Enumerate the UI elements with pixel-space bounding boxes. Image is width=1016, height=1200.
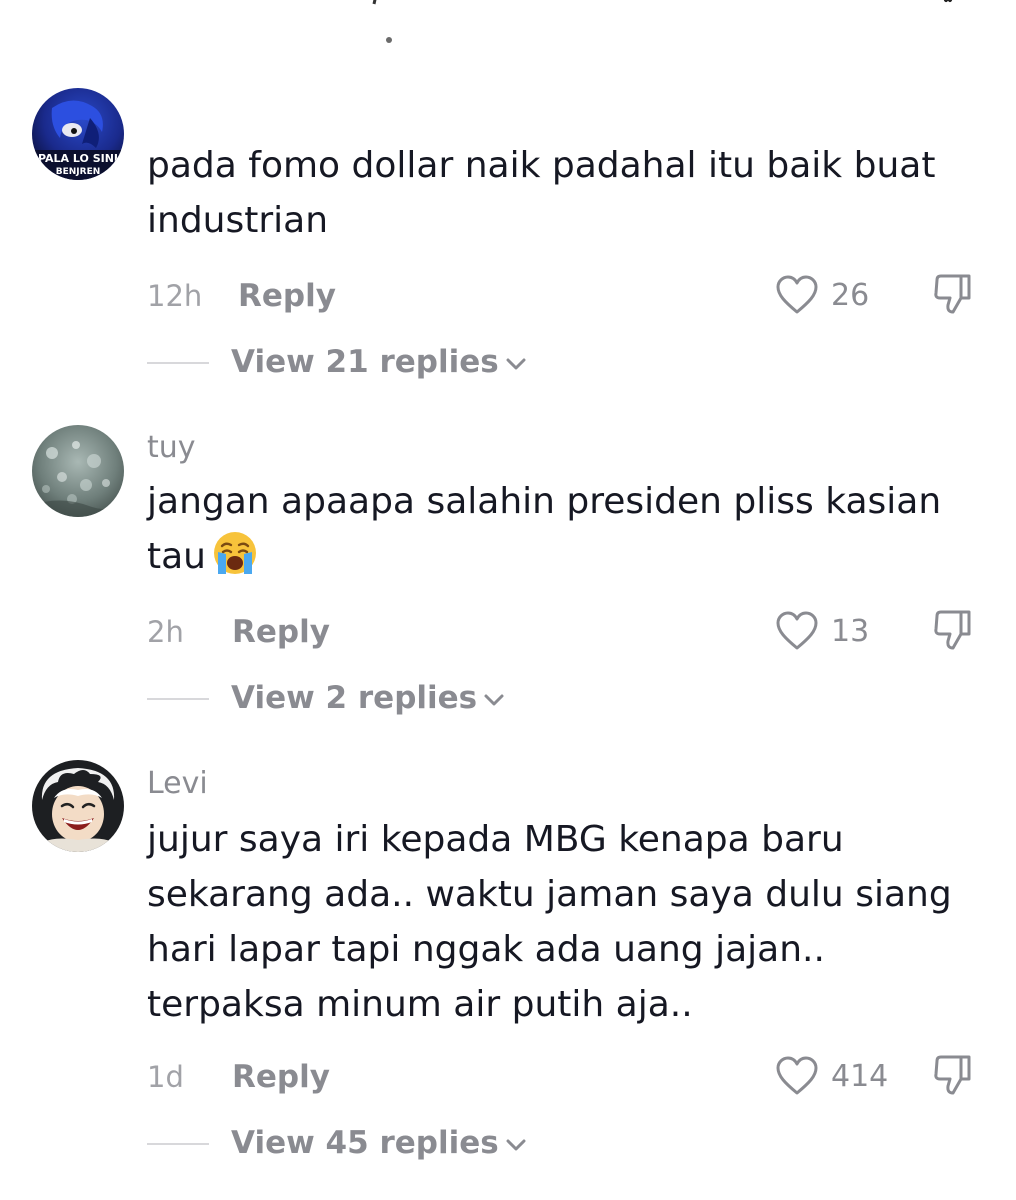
svg-text:PALA LO SINI: PALA LO SINI bbox=[38, 152, 118, 165]
comment-text-line: terpaksa minum air putih aja.. bbox=[147, 984, 693, 1025]
like-count: 414 bbox=[831, 1059, 889, 1094]
comment-text-line: hari lapar tapi nggak ada uang jajan.. bbox=[147, 929, 825, 970]
chevron-down-icon bbox=[506, 358, 526, 369]
chevron-down-icon bbox=[506, 1139, 526, 1150]
comment-text-line: jujur saya iri kepada MBG kenapa baru bbox=[147, 819, 844, 860]
sonic-avatar-icon: PALA LO SINI BENJREN bbox=[32, 88, 124, 180]
reply-button[interactable]: Reply bbox=[232, 1057, 330, 1097]
dislike-icon[interactable] bbox=[931, 608, 975, 652]
previous-content-strip bbox=[0, 0, 1016, 60]
anime-character-avatar-icon bbox=[32, 760, 124, 852]
cutoff-glyph-icon bbox=[372, 0, 377, 5]
view-replies-label: View 45 replies bbox=[231, 1125, 499, 1161]
view-replies-button[interactable]: View 45 replies bbox=[231, 1123, 527, 1163]
comment-actions: 12h Reply 26 bbox=[147, 274, 987, 316]
view-replies-row: View 21 replies bbox=[147, 342, 647, 382]
close-icon[interactable] bbox=[928, 0, 968, 6]
dislike-icon[interactable] bbox=[931, 272, 975, 316]
comment-actions: 2h Reply 13 bbox=[147, 610, 987, 652]
comment-actions: 1d Reply 414 bbox=[147, 1055, 987, 1097]
comment-timestamp: 2h bbox=[147, 615, 184, 649]
comment-text-line: tau bbox=[147, 529, 967, 584]
chevron-down-icon bbox=[484, 694, 504, 705]
view-replies-row: View 45 replies bbox=[147, 1123, 647, 1163]
username[interactable]: Levi bbox=[147, 766, 208, 802]
reply-button[interactable]: Reply bbox=[232, 612, 330, 652]
svg-text:BENJREN: BENJREN bbox=[56, 167, 101, 177]
comment-text-line: pada fomo dollar naik padahal itu baik b… bbox=[147, 145, 936, 186]
comment-text-line: industrian bbox=[147, 200, 329, 241]
view-replies-button[interactable]: View 21 replies bbox=[231, 342, 527, 382]
view-replies-label: View 21 replies bbox=[231, 344, 499, 380]
heart-icon[interactable] bbox=[775, 610, 819, 652]
comment-text: pada fomo dollar naik padahal itu baik b… bbox=[147, 138, 967, 248]
user-avatar[interactable]: PALA LO SINI BENJREN bbox=[32, 88, 124, 180]
comment-text: jangan apaapa salahin presiden pliss kas… bbox=[147, 474, 967, 584]
view-replies-label: View 2 replies bbox=[231, 680, 478, 716]
heart-icon[interactable] bbox=[775, 274, 819, 316]
comment-timestamp: 12h bbox=[147, 279, 203, 313]
comment-text-line-content: tau bbox=[147, 536, 206, 577]
user-avatar[interactable] bbox=[32, 760, 124, 852]
like-count: 13 bbox=[831, 614, 870, 649]
stone-texture-avatar-icon bbox=[32, 425, 124, 517]
comment-text-line: sekarang ada.. waktu jaman saya dulu sia… bbox=[147, 874, 952, 915]
divider-line bbox=[147, 1143, 209, 1145]
comment-text-line: jangan apaapa salahin presiden pliss kas… bbox=[147, 481, 942, 522]
divider-line bbox=[147, 698, 209, 700]
divider-line bbox=[147, 362, 209, 364]
view-replies-row: View 2 replies bbox=[147, 678, 647, 718]
dislike-icon[interactable] bbox=[931, 1053, 975, 1097]
loudly-crying-face-icon bbox=[214, 532, 256, 574]
username[interactable]: tuy bbox=[147, 430, 196, 466]
user-avatar[interactable] bbox=[32, 425, 124, 517]
comment-timestamp: 1d bbox=[147, 1060, 184, 1094]
like-count: 26 bbox=[831, 278, 870, 313]
reply-button[interactable]: Reply bbox=[238, 276, 336, 316]
loading-dot-icon bbox=[386, 37, 392, 43]
view-replies-button[interactable]: View 2 replies bbox=[231, 678, 505, 718]
comment-text: jujur saya iri kepada MBG kenapa baru se… bbox=[147, 812, 967, 1032]
heart-icon[interactable] bbox=[775, 1055, 819, 1097]
